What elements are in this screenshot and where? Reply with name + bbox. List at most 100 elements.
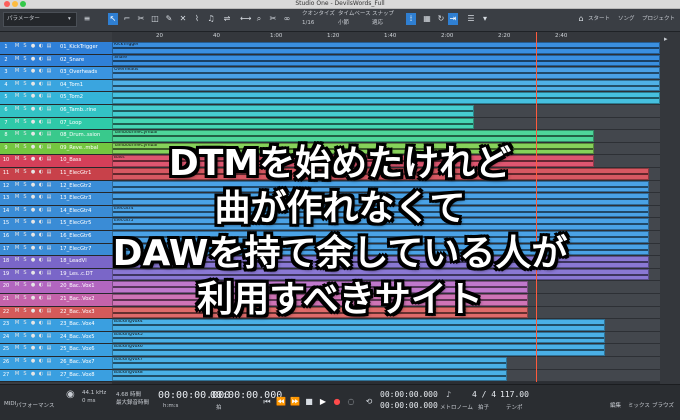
record-arm-button[interactable]: ● <box>30 371 36 378</box>
solo-button[interactable]: S <box>22 245 28 252</box>
record-arm-button[interactable]: ● <box>30 106 36 113</box>
mute-button[interactable]: M <box>14 119 20 126</box>
monitor-button[interactable]: ◐ <box>38 257 44 264</box>
solo-button[interactable]: S <box>22 56 28 63</box>
audio-event[interactable] <box>112 231 650 243</box>
track-name[interactable]: 22_Bac..Vox3 <box>60 307 108 317</box>
record-arm-button[interactable]: ● <box>30 182 36 189</box>
time-signature[interactable]: 4 / 4 <box>472 390 496 399</box>
song-tab[interactable]: ソング <box>618 16 635 23</box>
track-name[interactable]: 09_Reve..mbal <box>60 143 108 153</box>
track-header[interactable]: 18 M S ● ◐ ▤ 18_LeadVl <box>0 256 112 269</box>
automation-icon[interactable]: ▤ <box>46 358 52 365</box>
record-arm-button[interactable]: ● <box>30 358 36 365</box>
track-header[interactable]: 4 M S ● ◐ ▤ 04_Tom1 <box>0 79 112 93</box>
record-arm-button[interactable]: ● <box>30 156 36 163</box>
record-arm-button[interactable]: ● <box>30 308 36 315</box>
monitor-button[interactable]: ◐ <box>38 371 44 378</box>
monitor-button[interactable]: ◐ <box>38 358 44 365</box>
audio-event[interactable]: BackingVox8 <box>112 369 507 382</box>
solo-button[interactable]: S <box>22 119 28 126</box>
automation-icon[interactable]: ▤ <box>46 119 52 126</box>
solo-button[interactable]: S <box>22 182 28 189</box>
monitor-button[interactable]: ◐ <box>38 131 44 138</box>
edit-tab[interactable]: 編集 <box>610 401 621 409</box>
track-name[interactable]: 04_Tom1 <box>60 80 108 90</box>
track-header[interactable]: 24 M S ● ◐ ▤ 24_Bac..Vox5 <box>0 331 112 345</box>
mute-button[interactable]: M <box>14 219 20 226</box>
ripple-edit-icon[interactable]: ⇌ <box>222 13 232 25</box>
record-arm-button[interactable]: ● <box>30 320 36 327</box>
track-header[interactable]: 6 M S ● ◐ ▤ 06_Tamb..rine <box>0 105 112 118</box>
record-arm-button[interactable]: ● <box>30 257 36 264</box>
automation-icon[interactable]: ▤ <box>46 270 52 277</box>
mute-button[interactable]: M <box>14 68 20 75</box>
track-header[interactable]: 27 M S ● ◐ ▤ 27_Bac..Vox8 <box>0 369 112 383</box>
play-icon[interactable]: ▶ <box>318 397 328 407</box>
options-icon[interactable]: ▾ <box>480 13 490 25</box>
track-header[interactable]: 8 M S ● ◐ ▤ 08_Drum..ssion <box>0 130 112 143</box>
record-arm-button[interactable]: ● <box>30 270 36 277</box>
track-header[interactable]: 12 M S ● ◐ ▤ 12_ElecGtr2 <box>0 180 112 194</box>
mute-button[interactable]: M <box>14 131 20 138</box>
mix-tab[interactable]: ミックス <box>628 401 650 409</box>
mute-button[interactable]: M <box>14 56 20 63</box>
solo-button[interactable]: S <box>22 308 28 315</box>
audio-event[interactable] <box>112 256 650 268</box>
mute-button[interactable]: M <box>14 81 20 88</box>
audio-event[interactable]: BackingVox6 <box>112 344 606 356</box>
monitor-button[interactable]: ◐ <box>38 345 44 352</box>
loop-icon[interactable]: ↻ <box>436 13 446 25</box>
mute-button[interactable]: M <box>14 270 20 277</box>
record-arm-button[interactable]: ● <box>30 93 36 100</box>
track-name[interactable]: 17_ElecGtr7 <box>60 244 108 254</box>
automation-icon[interactable]: ▤ <box>46 320 52 327</box>
record-icon[interactable]: ● <box>332 397 342 407</box>
mute-button[interactable]: M <box>14 156 20 163</box>
record-arm-button[interactable]: ● <box>30 43 36 50</box>
snap-value[interactable]: 適応 <box>372 20 383 27</box>
record-arm-button[interactable]: ● <box>30 207 36 214</box>
track-name[interactable]: 24_Bac..Vox5 <box>60 332 108 342</box>
track-header[interactable]: 11 M S ● ◐ ▤ 11_ElecGtr1 <box>0 168 112 181</box>
metronome-icon[interactable]: ♪ <box>446 390 451 399</box>
record-arm-button[interactable]: ● <box>30 282 36 289</box>
eraser-tool-icon[interactable]: ◫ <box>150 13 160 25</box>
range-tool-icon[interactable]: ⌐ <box>122 13 132 25</box>
snap-toggle-icon[interactable]: ⁞ <box>406 13 416 25</box>
automation-icon[interactable]: ▤ <box>46 68 52 75</box>
playhead-cursor[interactable] <box>536 32 537 382</box>
mute-button[interactable]: M <box>14 245 20 252</box>
monitor-button[interactable]: ◐ <box>38 295 44 302</box>
record-arm-button[interactable]: ● <box>30 81 36 88</box>
mute-button[interactable]: M <box>14 358 20 365</box>
solo-button[interactable]: S <box>22 207 28 214</box>
audio-event[interactable] <box>112 268 650 281</box>
track-name[interactable]: 14_ElecGtr4 <box>60 206 108 216</box>
monitor-button[interactable]: ◐ <box>38 194 44 201</box>
solo-button[interactable]: S <box>22 144 28 151</box>
audio-event[interactable] <box>112 306 529 319</box>
grid-icon[interactable]: ▦ <box>422 13 432 25</box>
monitor-button[interactable]: ◐ <box>38 93 44 100</box>
track-header[interactable]: 20 M S ● ◐ ▤ 20_Bac..Vox1 <box>0 281 112 294</box>
monitor-button[interactable]: ◐ <box>38 81 44 88</box>
solo-button[interactable]: S <box>22 345 28 352</box>
automation-icon[interactable]: ▤ <box>46 295 52 302</box>
monitor-button[interactable]: ◐ <box>38 156 44 163</box>
solo-button[interactable]: S <box>22 194 28 201</box>
track-header[interactable]: 5 M S ● ◐ ▤ 05_Tom2 <box>0 92 112 105</box>
record-arm-button[interactable]: ● <box>30 295 36 302</box>
audio-event[interactable]: ElecGtr4 <box>112 205 650 218</box>
home-icon[interactable]: ⌂ <box>576 13 586 25</box>
monitor-button[interactable]: ◐ <box>38 43 44 50</box>
mute-button[interactable]: M <box>14 144 20 151</box>
track-name[interactable]: 07_Loop <box>60 118 108 128</box>
loop-start[interactable]: 00:00:00.000 <box>380 390 438 399</box>
monitor-button[interactable]: ◐ <box>38 169 44 176</box>
audio-event[interactable]: TambourineCymbal <box>112 142 595 155</box>
rewind-icon[interactable]: ⏪ <box>276 397 286 407</box>
mute-button[interactable]: M <box>14 182 20 189</box>
track-header[interactable]: 13 M S ● ◐ ▤ 13_ElecGtr3 <box>0 193 112 206</box>
project-tab[interactable]: プロジェクト <box>642 16 675 23</box>
